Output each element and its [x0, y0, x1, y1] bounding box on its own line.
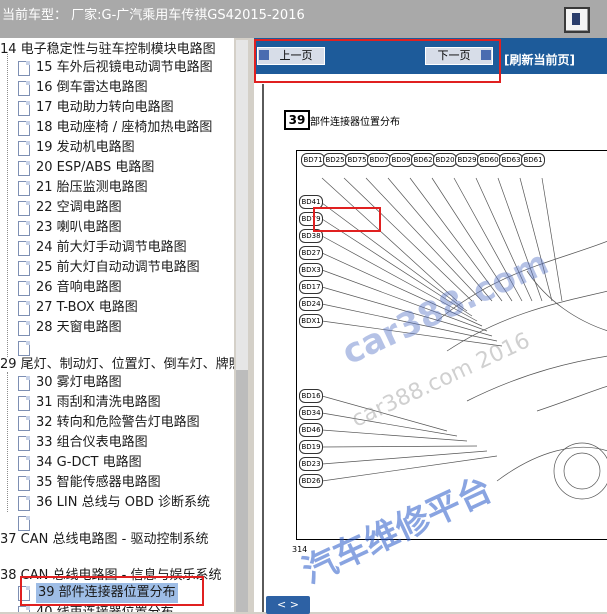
tree-folder-14[interactable]: 14 电子稳定性与驻车控制模块电路图 — [0, 40, 216, 60]
document-icon — [18, 141, 30, 156]
page-number: 314 — [292, 545, 308, 554]
connector-label: BD25 — [323, 153, 347, 167]
tree-folder-37[interactable]: 37 CAN 总线电路图 - 驱动控制系统 — [0, 530, 208, 550]
connector-label: BD71 — [301, 153, 325, 167]
connector-label: BD60 — [477, 153, 501, 167]
document-icon — [18, 261, 30, 276]
sidebar-tree[interactable]: 14 电子稳定性与驻车控制模块电路图 15 车外后视镜电动调节电路图 16 倒车… — [0, 38, 235, 612]
tree-folder-29[interactable]: 29 尾灯、制动灯、位置灯、倒车灯、牌照 — [0, 355, 234, 375]
connector-label: BD24 — [299, 297, 323, 311]
connector-label: BDX3 — [299, 263, 323, 277]
refresh-page-link[interactable]: [刷新当前页] — [504, 51, 575, 68]
document-icon — [18, 61, 30, 76]
tree-connector — [7, 372, 8, 512]
window-icon[interactable] — [564, 7, 590, 33]
document-icon — [18, 341, 30, 356]
connector-label: BD19 — [299, 440, 323, 454]
connector-label: BD16 — [299, 389, 323, 403]
document-icon — [18, 301, 30, 316]
tree-connector — [7, 52, 8, 357]
diagram-number: 39 — [284, 110, 310, 130]
connector-label: BD27 — [299, 246, 323, 260]
document-icon — [18, 161, 30, 176]
top-bar: 当前车型： 厂家:G-广汽乘用车传祺GS42015-2016 — [0, 0, 607, 39]
document-icon — [18, 281, 30, 296]
connector-label: BD46 — [299, 423, 323, 437]
document-icon — [18, 606, 30, 612]
document-icon — [18, 516, 30, 531]
document-icon — [18, 81, 30, 96]
document-icon — [18, 241, 30, 256]
highlight-box — [20, 576, 204, 606]
connector-label: BD26 — [299, 474, 323, 488]
connector-label: BD07 — [367, 153, 391, 167]
document-icon — [18, 416, 30, 431]
window-icon-glyph — [572, 13, 580, 25]
document-icon — [18, 456, 30, 471]
document-icon — [18, 476, 30, 491]
highlight-box — [254, 39, 501, 83]
connector-label: BD20 — [433, 153, 457, 167]
document-icon — [18, 496, 30, 511]
highlight-box — [313, 207, 381, 232]
sidebar-scrollbar-thumb[interactable] — [236, 370, 248, 612]
document-icon — [18, 376, 30, 391]
document-icon — [18, 396, 30, 411]
connector-label: BD63 — [499, 153, 523, 167]
document-icon — [18, 221, 30, 236]
connector-label: BD75 — [345, 153, 369, 167]
diagram-title: 部件连接器位置分布 — [310, 117, 400, 128]
connector-label: BD17 — [299, 280, 323, 294]
diagram-viewer: 上一页 下一页 [刷新当前页] 39 部件连接器位置分布 BD71 BD25 B… — [254, 38, 607, 614]
document-icon — [18, 181, 30, 196]
connector-label: BD29 — [455, 153, 479, 167]
connector-label: BD09 — [389, 153, 413, 167]
current-car-label: 当前车型： 厂家:G-广汽乘用车传祺GS42015-2016 — [2, 8, 305, 23]
document-icon — [18, 436, 30, 451]
document-icon — [18, 121, 30, 136]
connector-label: BD34 — [299, 406, 323, 420]
document-icon — [18, 101, 30, 116]
page-nav-arrows[interactable]: < > — [266, 596, 310, 614]
connector-label: BD62 — [411, 153, 435, 167]
document-icon — [18, 201, 30, 216]
document-icon — [18, 321, 30, 336]
connector-label: BD61 — [521, 153, 545, 167]
connector-label: BD23 — [299, 457, 323, 471]
connector-label: BDX1 — [299, 314, 323, 328]
